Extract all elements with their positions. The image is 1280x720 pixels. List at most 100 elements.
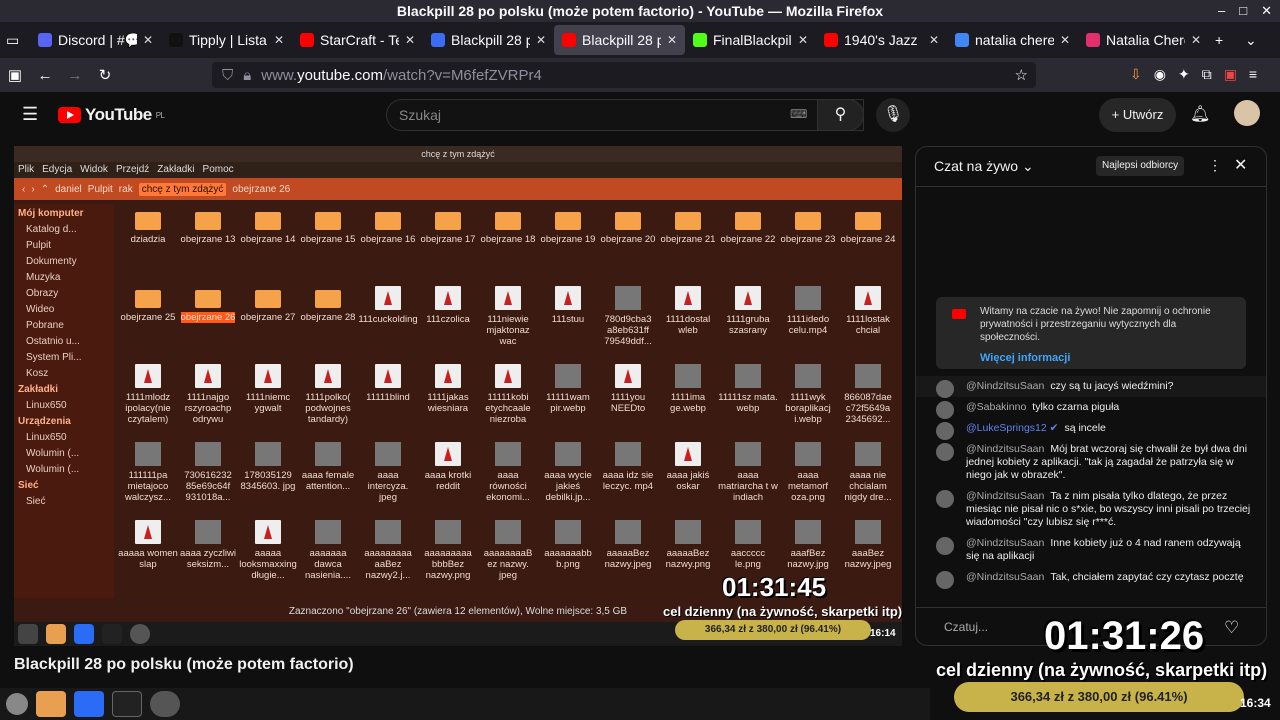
chat-text: czy są tu jacyś wiedźmini? — [1050, 380, 1174, 392]
tab-0[interactable]: Discord | #💬 ✕ — [30, 25, 161, 55]
tab-4[interactable]: Blackpill 28 p ✕ — [554, 25, 685, 55]
more-info-link[interactable]: Więcej informacji — [980, 352, 1236, 365]
close-tab-icon[interactable]: ✕ — [1191, 33, 1201, 47]
maximize-icon[interactable]: □ — [1239, 0, 1247, 22]
avatar[interactable] — [936, 571, 954, 589]
top-fans-badge[interactable]: Najlepsi odbiorcy — [1096, 156, 1185, 176]
hamburger-icon[interactable]: ☰ — [22, 104, 38, 125]
firefox-view-button[interactable]: ▭ — [0, 25, 30, 55]
addon-icon[interactable]: ▣ — [1224, 66, 1237, 83]
close-tab-icon[interactable]: ✕ — [929, 33, 939, 47]
chat-author[interactable]: @NindzitsuSaan — [966, 490, 1044, 502]
close-tab-icon[interactable]: ✕ — [143, 33, 153, 47]
firefox-icon[interactable] — [74, 691, 104, 717]
shield-icon[interactable]: ⛉ — [222, 67, 233, 84]
file-name: aaaaaBez nazwy.jpeg — [604, 548, 652, 570]
tab-2[interactable]: StarCraft - Te ✕ — [292, 25, 423, 55]
fm-sidebar-item: Kosz — [26, 368, 49, 379]
microphone-button[interactable]: 🎙︎ — [876, 98, 910, 132]
tab-5[interactable]: FinalBlackpill ✕ — [685, 25, 816, 55]
file-item: 11111kobi etychcaale niezroba — [478, 364, 538, 438]
tab-label: Tipply | Lista — [189, 32, 267, 48]
more-options-icon[interactable]: ⋮ — [1208, 157, 1222, 174]
notifications-bell-icon[interactable]: 🔔︎ — [1190, 104, 1210, 124]
url-bar[interactable]: ⛉ 🔒︎ www.youtube.com/watch?v=M6fefZVRPr4… — [212, 62, 1036, 88]
file-item: 1111you NEEDto — [598, 364, 658, 438]
reload-icon[interactable]: ↻ — [90, 66, 120, 84]
extensions-icon[interactable]: ⧉ — [1202, 66, 1212, 83]
lock-icon[interactable]: 🔒︎ — [243, 67, 251, 84]
avatar[interactable] — [936, 401, 954, 419]
close-tab-icon[interactable]: ✕ — [536, 33, 546, 47]
chat-author[interactable]: @NindzitsuSaan — [966, 571, 1044, 583]
chat-author[interactable]: @LukeSprings12 ✔ — [966, 422, 1058, 434]
tab-8[interactable]: Natalia Chere ✕ — [1078, 25, 1209, 55]
inner-menu-icon — [18, 624, 38, 644]
chat-mode-dropdown[interactable]: Czat na żywo ⌄ — [934, 158, 1034, 175]
image-thumbnail — [795, 442, 821, 466]
extension-puzzle-icon[interactable]: ✦ — [1178, 66, 1190, 83]
avatar[interactable] — [1234, 100, 1260, 126]
avatar[interactable] — [936, 443, 954, 461]
folder-icon[interactable] — [36, 691, 66, 717]
chat-author[interactable]: @NindzitsuSaan — [966, 537, 1044, 549]
search-button[interactable]: ⚲ — [817, 99, 864, 131]
download-icon[interactable]: ⇩ — [1130, 66, 1142, 83]
obs-icon[interactable] — [150, 691, 180, 717]
account-icon[interactable]: ◉ — [1154, 66, 1166, 83]
close-tab-icon[interactable]: ✕ — [798, 33, 808, 47]
avatar[interactable] — [936, 380, 954, 398]
chat-message: @NindzitsuSaan Inne kobiety już o 4 nad r… — [916, 533, 1266, 567]
close-tab-icon[interactable]: ✕ — [667, 33, 677, 47]
file-item: aaaa metamorf oza.png — [778, 442, 838, 516]
video-player[interactable]: chcę z tym zdążyć Plik Edycja Widok Przejdź… — [14, 146, 902, 646]
avatar[interactable] — [936, 490, 954, 508]
file-item: aaaa nie chcialam nigdy dre... — [838, 442, 898, 516]
terminal-icon[interactable] — [112, 691, 142, 717]
fm-menu-item: Edycja — [42, 164, 73, 175]
image-thumbnail — [795, 364, 821, 388]
file-item: obejrzane 16 — [358, 208, 418, 282]
file-name: aaaa wycie jakieś debilki.jp... — [544, 470, 592, 503]
file-item: 1111gruba szasrany — [718, 286, 778, 360]
minimize-icon[interactable]: – — [1218, 0, 1225, 22]
tab-3[interactable]: Blackpill 28 p ✕ — [423, 25, 554, 55]
image-thumbnail — [615, 286, 641, 310]
tab-label: Blackpill 28 p — [451, 32, 530, 48]
keyboard-icon[interactable]: ⌨ — [790, 107, 807, 121]
list-tabs-button[interactable]: ⌄ — [1239, 25, 1269, 55]
sidebar-toggle-icon[interactable]: ▣ — [0, 66, 30, 84]
youtube-logo[interactable]: YouTube PL — [58, 105, 165, 125]
file-name: aaaaa women slap — [118, 548, 178, 570]
forward-icon[interactable]: → — [60, 67, 90, 84]
folder-icon — [315, 290, 341, 308]
close-tab-icon[interactable]: ✕ — [1060, 33, 1070, 47]
chat-author[interactable]: @Sabakinno — [966, 401, 1026, 413]
tab-6[interactable]: 1940's Jazz ✕ — [816, 25, 947, 55]
chat-message: @NindzitsuSaan Mój brat wczoraj się chwal… — [916, 439, 1266, 486]
chat-author[interactable]: @NindzitsuSaan — [966, 443, 1044, 455]
close-chat-icon[interactable]: ✕ — [1234, 155, 1247, 175]
bookmark-star-icon[interactable]: ☆ — [1015, 66, 1028, 84]
tab-1[interactable]: Tipply | Lista ✕ — [161, 25, 292, 55]
heart-icon[interactable]: ♡ — [1224, 618, 1239, 638]
tab-7[interactable]: natalia chere ✕ — [947, 25, 1078, 55]
file-name: aaaaaaa dawca nasienia.... — [305, 548, 351, 581]
blue-r-icon — [431, 33, 445, 47]
file-name: aaaBez nazwy.jpeg — [844, 548, 892, 570]
stream-goal-progress: 366,34 zł z 380,00 zł (96.41%) — [675, 620, 871, 640]
avatar[interactable] — [936, 422, 954, 440]
chat-author[interactable]: @NindzitsuSaan — [966, 380, 1044, 392]
start-menu-icon[interactable] — [6, 693, 28, 715]
image-thumbnail — [375, 520, 401, 544]
back-icon[interactable]: ← — [30, 67, 60, 84]
image-thumbnail — [615, 442, 641, 466]
avatar[interactable] — [936, 537, 954, 555]
new-tab-button[interactable]: + — [1209, 25, 1239, 55]
close-tab-icon[interactable]: ✕ — [274, 33, 284, 47]
close-tab-icon[interactable]: ✕ — [405, 33, 415, 47]
create-button[interactable]: + Utwórz — [1099, 98, 1176, 132]
tab-label: FinalBlackpill — [713, 32, 792, 48]
close-window-icon[interactable]: ✕ — [1261, 0, 1272, 22]
menu-icon[interactable]: ≡ — [1249, 66, 1257, 83]
